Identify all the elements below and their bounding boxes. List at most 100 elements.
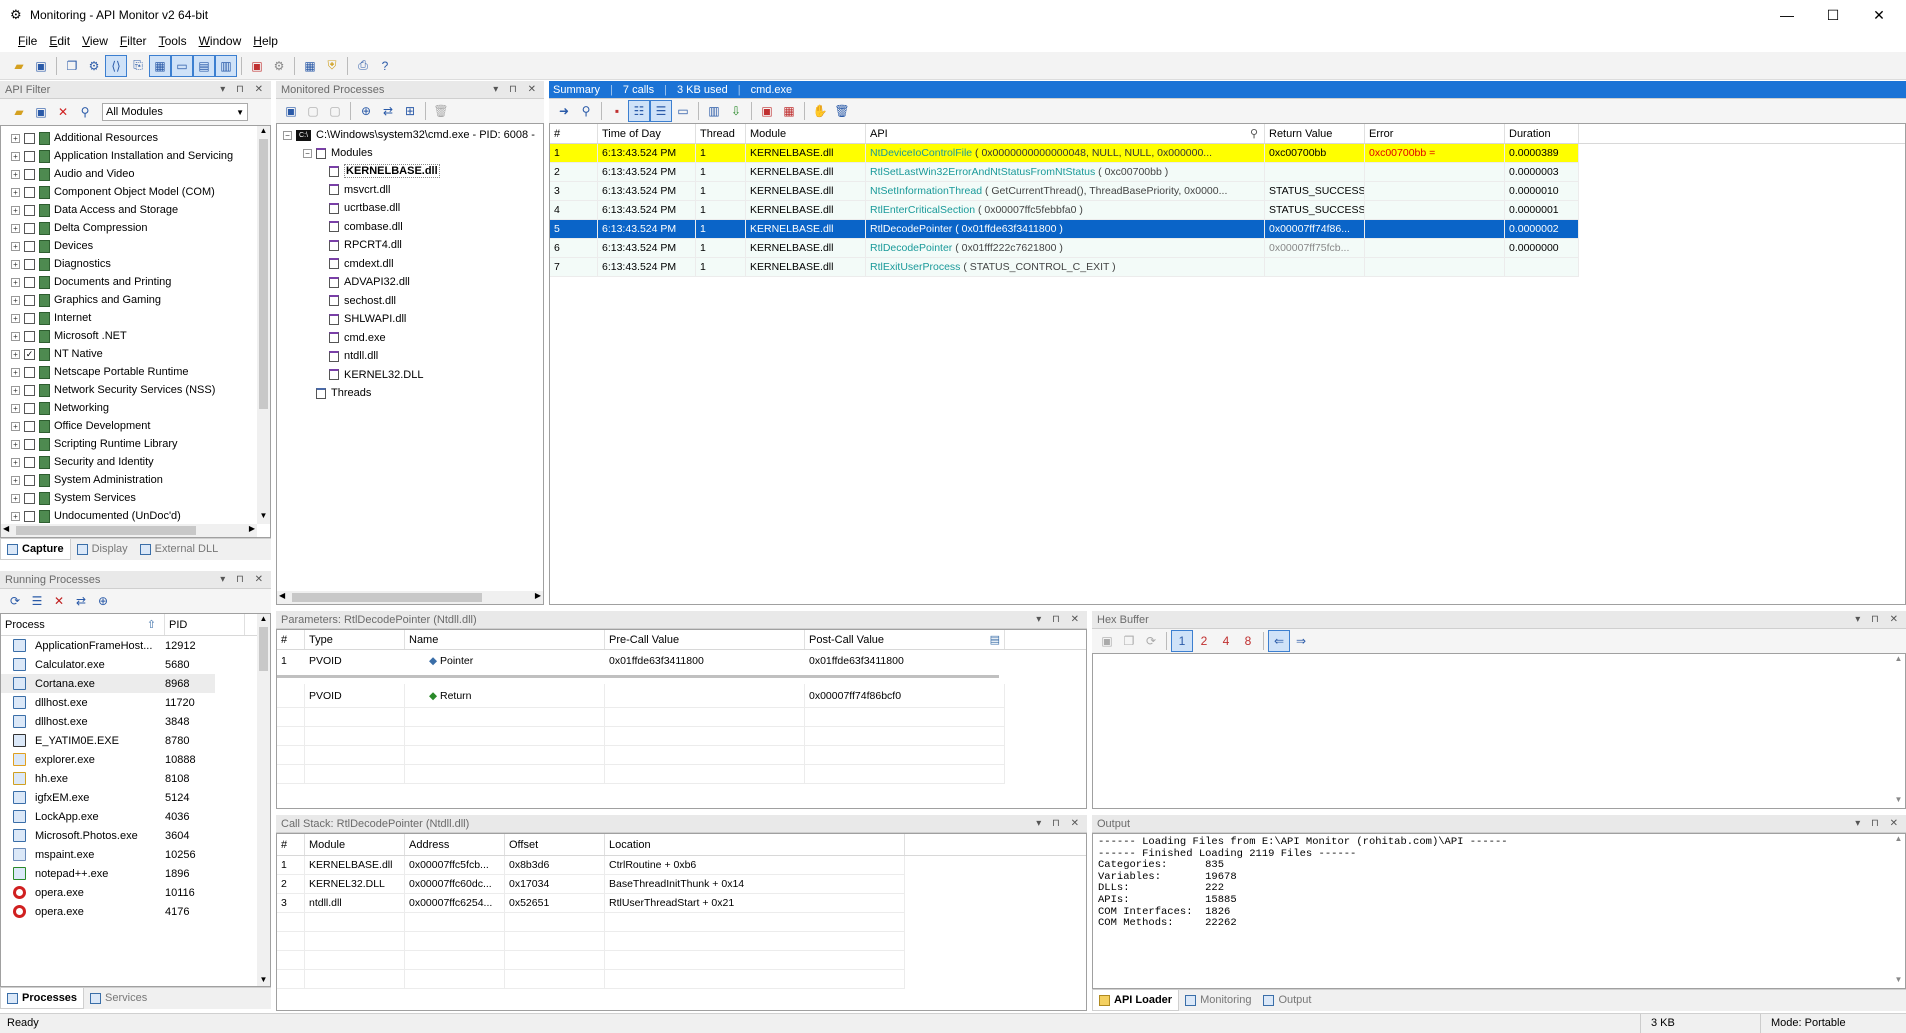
api-filter-vscroll[interactable]: ▲ ▼ [257, 126, 270, 524]
process-row[interactable]: ApplicationFrameHost... 12912 [1, 636, 270, 655]
api-filter-hscroll[interactable]: ◀ ▶ [1, 524, 257, 537]
module-item[interactable]: SHLWAPI.dll [329, 310, 543, 329]
filter-category[interactable]: + Networking [11, 399, 270, 417]
filter-checkbox[interactable] [24, 510, 35, 522]
process-row[interactable]: mspaint.exe 10256 [1, 845, 270, 864]
filter-category[interactable]: + Diagnostics [11, 255, 270, 273]
hex-refresh-icon[interactable]: ⟳ [1140, 630, 1162, 652]
expand-icon[interactable]: + [11, 421, 20, 431]
tab-services[interactable]: Services [84, 988, 153, 1009]
hex-4-byte-button[interactable]: 4 [1215, 630, 1237, 652]
filter-category[interactable]: + Audio and Video [11, 165, 270, 183]
module-item[interactable]: msvcrt.dll [329, 181, 543, 200]
filter-checkbox[interactable] [24, 312, 35, 324]
call-stack-row[interactable]: 1 KERNELBASE.dll 0x00007ffc5fcb... 0x8b3d6 C… [277, 856, 1086, 875]
module-item[interactable]: cmd.exe [329, 329, 543, 348]
filter-category[interactable]: + System Services [11, 489, 270, 507]
filter-checkbox[interactable]: ✓ [24, 348, 35, 360]
expand-icon[interactable]: + [11, 475, 20, 485]
menu-edit[interactable]: Edit [43, 34, 76, 48]
filter-category[interactable]: + Graphics and Gaming [11, 291, 270, 309]
expand-icon[interactable]: + [11, 205, 20, 215]
expand-icon[interactable]: + [11, 331, 20, 341]
filter-category[interactable]: + Additional Resources [11, 129, 270, 147]
hex-2-byte-button[interactable]: 2 [1193, 630, 1215, 652]
menu-window[interactable]: Window [193, 34, 248, 48]
filter-category[interactable]: + Security and Identity [11, 453, 270, 471]
tab-external-dll[interactable]: External DLL [134, 539, 225, 560]
processes-vscroll[interactable]: ▲ ▼ [257, 614, 270, 986]
hex-forward-icon[interactable]: ⇒ [1290, 630, 1312, 652]
filter-checkbox[interactable] [24, 276, 35, 288]
tab-capture[interactable]: Capture [0, 539, 71, 560]
pane-controls[interactable]: ▾ ⊓ ✕ [1036, 815, 1083, 833]
hook-icon[interactable]: ⇄ [377, 100, 399, 122]
clear-icon[interactable]: ▣ [756, 100, 778, 122]
open-filter-icon[interactable]: ▰ [8, 101, 30, 123]
tab-processes[interactable]: Processes [0, 988, 85, 1009]
collapse-icon[interactable]: − [303, 148, 312, 158]
col-duration[interactable]: Duration [1505, 124, 1579, 143]
list-icon[interactable]: ☰ [26, 590, 48, 612]
pane-controls[interactable]: ▾ ⊓ ✕ [220, 81, 267, 99]
menu-filter[interactable]: Filter [114, 34, 153, 48]
expand-icon[interactable]: + [11, 313, 20, 323]
expand-icon[interactable]: + [11, 457, 20, 467]
filter-checkbox[interactable] [24, 168, 35, 180]
module-item[interactable]: ADVAPI32.dll [329, 273, 543, 292]
expand-icon[interactable]: + [11, 295, 20, 305]
collapse-icon[interactable]: − [283, 130, 292, 140]
attach-icon[interactable]: ⇄ [70, 590, 92, 612]
hex-8-byte-button[interactable]: 8 [1237, 630, 1259, 652]
expand-icon[interactable]: + [11, 169, 20, 179]
modules-node[interactable]: − Modules [283, 144, 543, 162]
summary-row[interactable]: 5 6:13:43.524 PM 1 KERNELBASE.dll RtlDecodeP… [550, 220, 1579, 239]
col-param-name[interactable]: Name [405, 630, 605, 649]
save-icon[interactable]: ▣ [30, 55, 52, 77]
shield-icon[interactable]: ⛨ [321, 55, 343, 77]
tab-monitoring[interactable]: Monitoring [1179, 990, 1257, 1011]
refresh-icon[interactable]: ⟳ [4, 590, 26, 612]
col-return[interactable]: Return Value [1265, 124, 1365, 143]
filter-category[interactable]: + Office Development [11, 417, 270, 435]
save-filter-icon[interactable]: ▣ [30, 101, 52, 123]
expand-icon[interactable]: + [11, 511, 20, 521]
filter-category[interactable]: + Undocumented (UnDoc'd) [11, 507, 270, 525]
module-item[interactable]: ucrtbase.dll [329, 199, 543, 218]
expand-icon[interactable]: + [11, 385, 20, 395]
pane-controls[interactable]: ▾ ⊓ ✕ [493, 81, 540, 99]
filter-category[interactable]: + Internet [11, 309, 270, 327]
module-item[interactable]: sechost.dll [329, 292, 543, 311]
filter-category[interactable]: + System Administration [11, 471, 270, 489]
filter-checkbox[interactable] [24, 222, 35, 234]
code-icon[interactable]: ⟨⟩ [105, 54, 127, 77]
trash-icon[interactable]: 🗑 [430, 100, 452, 122]
col-cs-module[interactable]: Module [305, 834, 405, 855]
expand-icon[interactable]: + [11, 403, 20, 413]
expand-icon[interactable]: + [11, 133, 20, 143]
expand-icon[interactable]: + [11, 259, 20, 269]
layout-icon[interactable]: ▦ [149, 54, 171, 77]
pane-controls[interactable]: ▾ ⊓ ✕ [1855, 815, 1902, 833]
process-row[interactable]: LockApp.exe 4036 [1, 807, 270, 826]
tree-view-icon[interactable]: ☷ [628, 100, 650, 122]
filter-category[interactable]: + Microsoft .NET [11, 327, 270, 345]
hex-vscroll[interactable]: ▲ ▼ [1892, 654, 1905, 808]
help-icon[interactable]: ? [374, 55, 396, 77]
hex-copy-icon[interactable]: ❐ [1118, 630, 1140, 652]
filter-checkbox[interactable] [24, 456, 35, 468]
filter-checkbox[interactable] [24, 330, 35, 342]
monitor-new-icon[interactable]: ▣ [280, 100, 302, 122]
dll-icon[interactable]: ⎙ [352, 55, 374, 77]
process-row[interactable]: Cortana.exe 8968 [1, 674, 215, 693]
process-icon[interactable]: ⚙ [268, 55, 290, 77]
call-stack-row[interactable]: 3 ntdll.dll 0x00007ffc6254... 0x52651 RtlUse… [277, 894, 1086, 913]
monitor-icon[interactable]: ▣ [246, 55, 268, 77]
expand-icon[interactable]: + [11, 367, 20, 377]
filter-checkbox[interactable] [24, 474, 35, 486]
process-row[interactable]: opera.exe 4176 [1, 902, 270, 921]
col-cs-location[interactable]: Location [605, 834, 905, 855]
threads-node[interactable]: Threads [283, 384, 543, 402]
colors-icon[interactable]: ▪ [606, 100, 628, 122]
menu-file[interactable]: File [12, 34, 43, 48]
